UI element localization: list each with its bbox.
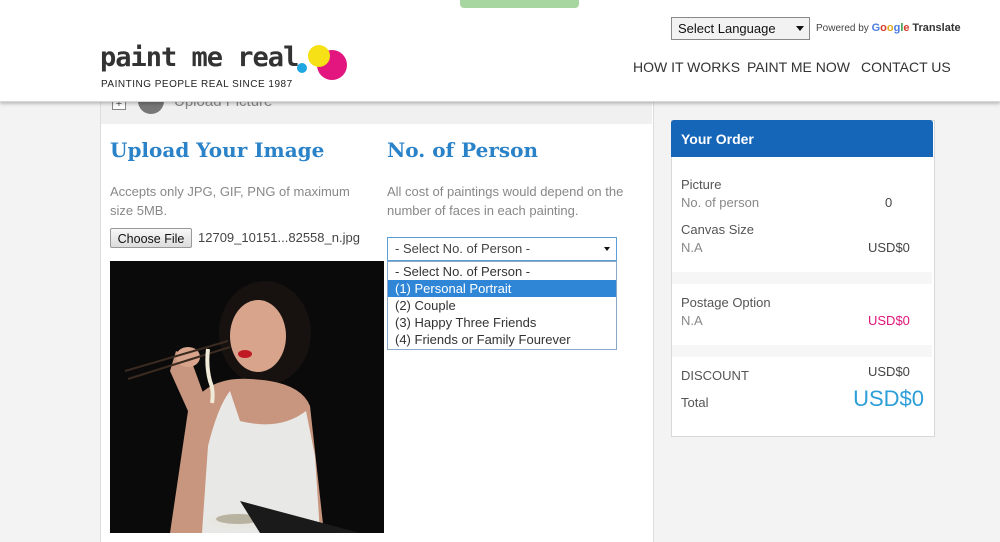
chevron-down-icon xyxy=(604,247,610,251)
nav-how-it-works[interactable]: HOW IT WORKS xyxy=(633,59,740,75)
persons-title: No. of Person xyxy=(387,138,539,162)
canvas-size-label: Canvas Size xyxy=(681,222,754,237)
translate-text[interactable]: Translate xyxy=(912,22,960,34)
language-select[interactable]: Select Language xyxy=(671,17,810,40)
portrait-illustration xyxy=(110,261,384,533)
total-price: USD$0 xyxy=(853,386,924,411)
nav-paint-me-now[interactable]: PAINT ME NOW xyxy=(747,59,850,75)
discount-price: USD$0 xyxy=(868,364,910,379)
person-option[interactable]: (2) Couple xyxy=(388,297,616,314)
person-count-dropdown: - Select No. of Person - (1) Personal Po… xyxy=(387,261,617,350)
google-translate-credit: Powered by Google Translate xyxy=(816,22,961,34)
discount-label: DISCOUNT xyxy=(681,368,749,383)
order-divider xyxy=(672,272,932,284)
choose-file-button[interactable]: Choose File xyxy=(110,228,192,248)
person-count-select[interactable]: - Select No. of Person - xyxy=(387,237,617,261)
chevron-down-icon xyxy=(796,26,804,31)
order-title: Your Order xyxy=(681,131,754,147)
google-logo[interactable]: Google xyxy=(872,22,910,34)
site-header: paint me real PAINTING PEOPLE REAL SINCE… xyxy=(0,0,1000,102)
person-label: No. of person xyxy=(681,195,760,210)
person-count-select-value: - Select No. of Person - xyxy=(395,241,531,256)
total-label: Total xyxy=(681,395,709,410)
upload-description: Accepts only JPG, GIF, PNG of maximum si… xyxy=(110,184,350,218)
logo-text[interactable]: paint me real xyxy=(100,42,299,73)
top-tab-handle[interactable] xyxy=(460,0,579,8)
persons-description: All cost of paintings would depend on th… xyxy=(387,184,624,218)
person-value: 0 xyxy=(885,195,893,210)
upload-title: Upload Your Image xyxy=(110,138,325,162)
selected-file-name: 12709_10151...82558_n.jpg xyxy=(198,230,360,245)
uploaded-image-preview xyxy=(110,261,384,533)
person-option[interactable]: - Select No. of Person - xyxy=(388,263,616,280)
person-option[interactable]: (4) Friends or Family Fourever xyxy=(388,331,616,348)
person-option[interactable]: (3) Happy Three Friends xyxy=(388,314,616,331)
powered-by-text: Powered by xyxy=(816,23,869,34)
person-option-selected[interactable]: (1) Personal Portrait xyxy=(388,280,616,297)
nav-contact-us[interactable]: CONTACT US xyxy=(861,59,951,75)
order-divider xyxy=(672,345,932,357)
logo-dots-icon xyxy=(297,45,347,80)
postage-label: Postage Option xyxy=(681,295,771,310)
canvas-size-price: USD$0 xyxy=(868,240,910,255)
logo-tagline: PAINTING PEOPLE REAL SINCE 1987 xyxy=(101,79,293,90)
postage-value: N.A xyxy=(681,313,703,328)
picture-label: Picture xyxy=(681,177,722,192)
canvas-size-value: N.A xyxy=(681,240,703,255)
postage-price: USD$0 xyxy=(868,313,910,328)
language-select-value: Select Language xyxy=(678,21,776,36)
